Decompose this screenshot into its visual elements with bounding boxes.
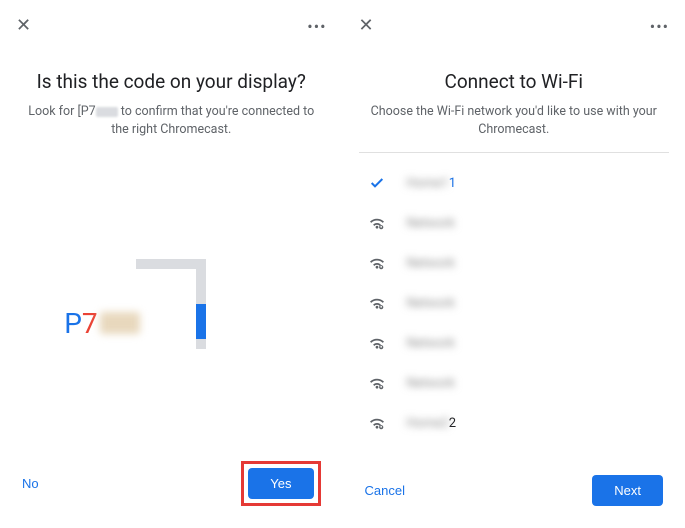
device-frame-icon: P7 — [136, 259, 206, 349]
right-topbar: ✕ ••• — [343, 0, 685, 40]
yes-highlight-annotation: Yes — [241, 461, 320, 506]
wifi-network-item[interactable]: Home22 — [359, 403, 670, 443]
wifi-network-item[interactable]: Network — [359, 323, 670, 363]
right-bottombar: Cancel Next — [343, 475, 685, 528]
list-divider — [359, 152, 670, 153]
more-icon[interactable]: ••• — [650, 17, 669, 36]
left-heading: Is this the code on your display? Look f… — [0, 40, 343, 146]
wifi-network-name: Network — [407, 296, 456, 311]
wifi-list: Home11 Network Network Network Network Networ… — [343, 146, 685, 443]
close-icon[interactable]: ✕ — [359, 17, 374, 35]
right-subtitle: Choose the Wi-Fi network you'd like to u… — [371, 103, 658, 138]
code-confirm-pane: ✕ ••• Is this the code on your display? … — [0, 0, 343, 528]
right-title: Connect to Wi-Fi — [371, 70, 658, 93]
wifi-lock-icon — [365, 416, 389, 430]
wifi-lock-icon — [365, 216, 389, 230]
wifi-network-name: Network — [407, 216, 456, 231]
next-button[interactable]: Next — [592, 475, 663, 506]
no-button[interactable]: No — [22, 476, 39, 491]
more-icon[interactable]: ••• — [307, 17, 326, 36]
wifi-network-item[interactable]: Network — [359, 283, 670, 323]
wifi-network-name: Home22 — [407, 416, 457, 431]
wifi-lock-icon — [365, 296, 389, 310]
wifi-lock-icon — [365, 376, 389, 390]
left-subtitle: Look for [P7 to confirm that you're conn… — [28, 103, 315, 138]
close-icon[interactable]: ✕ — [16, 17, 31, 35]
cancel-button[interactable]: Cancel — [365, 483, 405, 498]
left-bottombar: No Yes — [0, 461, 343, 528]
wifi-lock-icon — [365, 336, 389, 350]
wifi-lock-icon — [365, 256, 389, 270]
wifi-network-name: Home11 — [407, 176, 457, 191]
wifi-network-item[interactable]: Network — [359, 363, 670, 403]
wifi-network-item[interactable]: Network — [359, 203, 670, 243]
left-topbar: ✕ ••• — [0, 0, 343, 40]
wifi-network-name: Network — [407, 336, 456, 351]
wifi-network-name: Network — [407, 376, 456, 391]
code-illustration: P7 — [0, 146, 343, 461]
check-icon — [365, 175, 389, 191]
censored-code-tail — [100, 312, 140, 334]
wifi-pane: ✕ ••• Connect to Wi-Fi Choose the Wi-Fi … — [343, 0, 685, 528]
wifi-network-item[interactable]: Home11 — [359, 163, 670, 203]
censored-code-fragment — [96, 107, 118, 117]
wifi-network-name: Network — [407, 256, 456, 271]
right-heading: Connect to Wi-Fi Choose the Wi-Fi networ… — [343, 40, 685, 146]
yes-button[interactable]: Yes — [248, 468, 313, 499]
left-title: Is this the code on your display? — [28, 70, 315, 93]
pairing-code: P7 — [64, 307, 139, 340]
wifi-network-item[interactable]: Network — [359, 243, 670, 283]
